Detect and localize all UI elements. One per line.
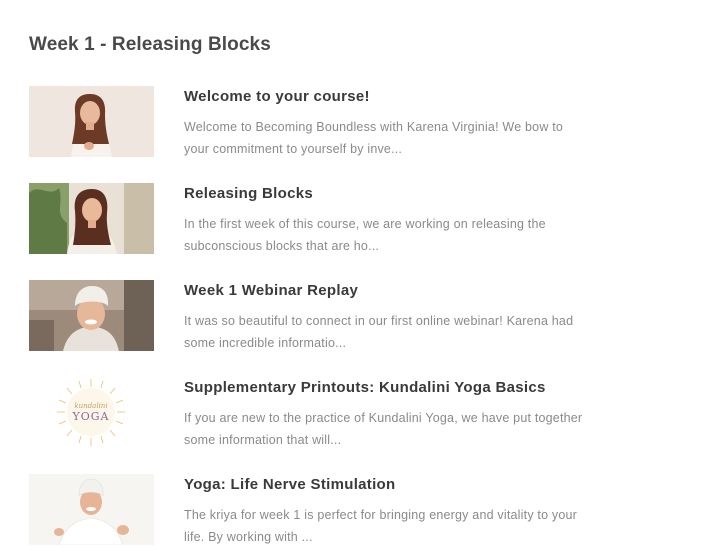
lesson-thumbnail[interactable] xyxy=(29,280,154,351)
logo-word-text: YOGA xyxy=(71,410,109,423)
lesson-title[interactable]: Yoga: Life Nerve Stimulation xyxy=(184,476,396,493)
kundalini-yoga-logo: kundalini YOGA xyxy=(29,377,154,448)
lesson-item-life-nerve[interactable]: Yoga: Life Nerve Stimulation The kriya f… xyxy=(29,474,589,546)
lesson-description: The kriya for week 1 is perfect for brin… xyxy=(184,508,578,544)
lesson-title[interactable]: Week 1 Webinar Replay xyxy=(184,282,358,299)
lesson-thumbnail[interactable] xyxy=(29,183,154,254)
section-title: Week 1 - Releasing Blocks xyxy=(29,34,271,55)
lesson-description: In the first week of this course, we are… xyxy=(184,217,546,253)
lesson-description: If you are new to the practice of Kundal… xyxy=(184,411,583,447)
lesson-description: It was so beautiful to connect in our fi… xyxy=(184,314,574,350)
lesson-item-releasing-blocks[interactable]: Releasing Blocks In the first week of th… xyxy=(29,183,589,255)
lesson-title[interactable]: Releasing Blocks xyxy=(184,185,313,202)
lesson-thumbnail[interactable]: kundalini YOGA xyxy=(29,377,154,448)
lesson-thumbnail[interactable] xyxy=(29,474,154,545)
lesson-item-welcome[interactable]: Welcome to your course! Welcome to Becom… xyxy=(29,86,589,158)
lesson-item-printouts[interactable]: kundalini YOGA Supplementary Printouts: … xyxy=(29,377,589,449)
lesson-title[interactable]: Supplementary Printouts: Kundalini Yoga … xyxy=(184,379,546,396)
lesson-title[interactable]: Welcome to your course! xyxy=(184,88,370,105)
lesson-item-webinar-replay[interactable]: Week 1 Webinar Replay It was so beautifu… xyxy=(29,280,589,352)
logo-script-text: kundalini xyxy=(74,402,107,410)
lesson-description: Welcome to Becoming Boundless with Karen… xyxy=(184,120,564,156)
lesson-thumbnail[interactable] xyxy=(29,86,154,157)
